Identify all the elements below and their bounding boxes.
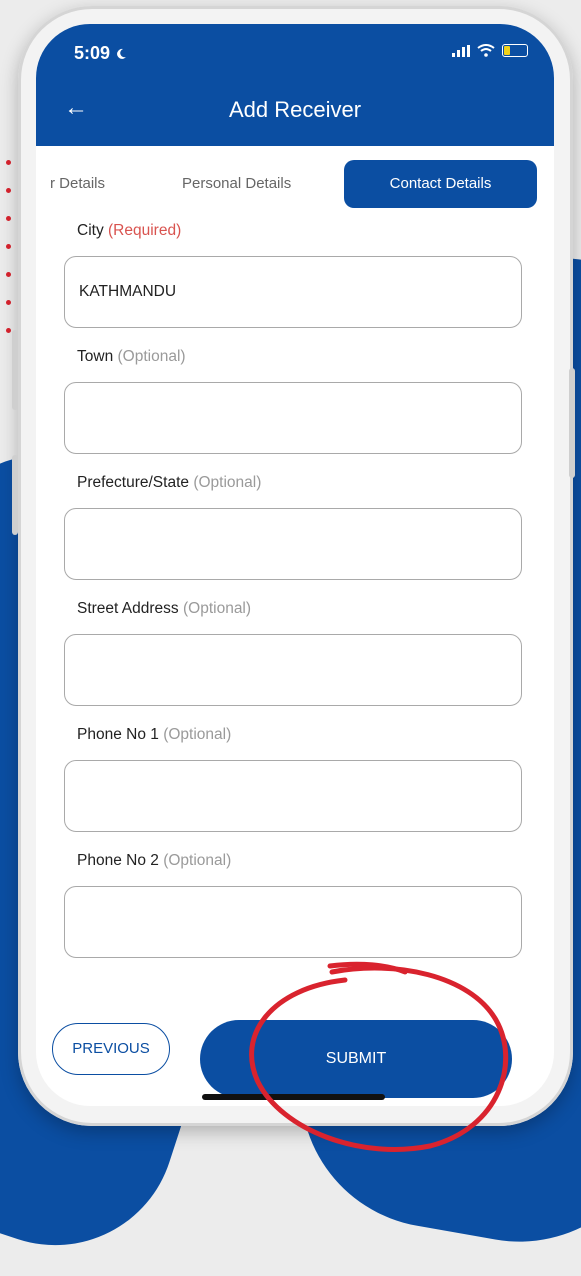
town-field: Town (Optional) bbox=[64, 348, 526, 454]
tab-contact-details[interactable]: Contact Details bbox=[344, 160, 537, 208]
status-bar-icons bbox=[452, 44, 528, 57]
street-address-label: Street Address (Optional) bbox=[77, 600, 252, 617]
prefecture-state-input[interactable] bbox=[64, 508, 522, 580]
town-input[interactable] bbox=[64, 382, 522, 454]
home-indicator bbox=[202, 1094, 385, 1100]
tab-bar: r Details Personal Details Contact Detai… bbox=[36, 160, 554, 208]
city-input[interactable]: KATHMANDU bbox=[64, 256, 522, 328]
street-address-field: Street Address (Optional) bbox=[64, 600, 526, 706]
city-field: City (Required) KATHMANDU bbox=[64, 222, 526, 328]
phone-screen: 5:09 ← Add Receiver r Details Personal D… bbox=[36, 24, 554, 1106]
prefecture-state-label: Prefecture/State (Optional) bbox=[77, 474, 262, 491]
battery-icon bbox=[502, 44, 528, 57]
phone-volume-button bbox=[12, 455, 18, 535]
previous-button[interactable]: PREVIOUS bbox=[52, 1023, 170, 1075]
status-bar-time: 5:09 bbox=[74, 43, 127, 64]
tab-personal-details[interactable]: Personal Details bbox=[182, 160, 291, 208]
submit-button[interactable]: SUBMIT bbox=[200, 1020, 512, 1098]
town-label: Town (Optional) bbox=[77, 348, 186, 365]
phone-no-2-label: Phone No 2 (Optional) bbox=[77, 852, 232, 869]
decorative-dots bbox=[6, 160, 11, 356]
phone-no-2-input[interactable] bbox=[64, 886, 522, 958]
street-address-input[interactable] bbox=[64, 634, 522, 706]
phone-no-1-label: Phone No 1 (Optional) bbox=[77, 726, 232, 743]
contact-details-form: City (Required) KATHMANDU Town (Optional… bbox=[64, 222, 526, 958]
phone-no-1-field: Phone No 1 (Optional) bbox=[64, 726, 526, 832]
wifi-icon bbox=[477, 44, 495, 57]
phone-no-2-field: Phone No 2 (Optional) bbox=[64, 852, 526, 958]
page-title: Add Receiver bbox=[228, 97, 362, 122]
signal-icon bbox=[452, 44, 470, 57]
phone-no-1-input[interactable] bbox=[64, 760, 522, 832]
phone-power-button bbox=[569, 368, 575, 478]
prefecture-state-field: Prefecture/State (Optional) bbox=[64, 474, 526, 580]
app-header: 5:09 ← Add Receiver bbox=[36, 24, 554, 146]
tab-receiver-details[interactable]: r Details bbox=[50, 160, 105, 208]
city-label: City (Required) bbox=[77, 222, 182, 239]
moon-icon bbox=[117, 48, 127, 59]
phone-volume-button bbox=[12, 330, 18, 410]
